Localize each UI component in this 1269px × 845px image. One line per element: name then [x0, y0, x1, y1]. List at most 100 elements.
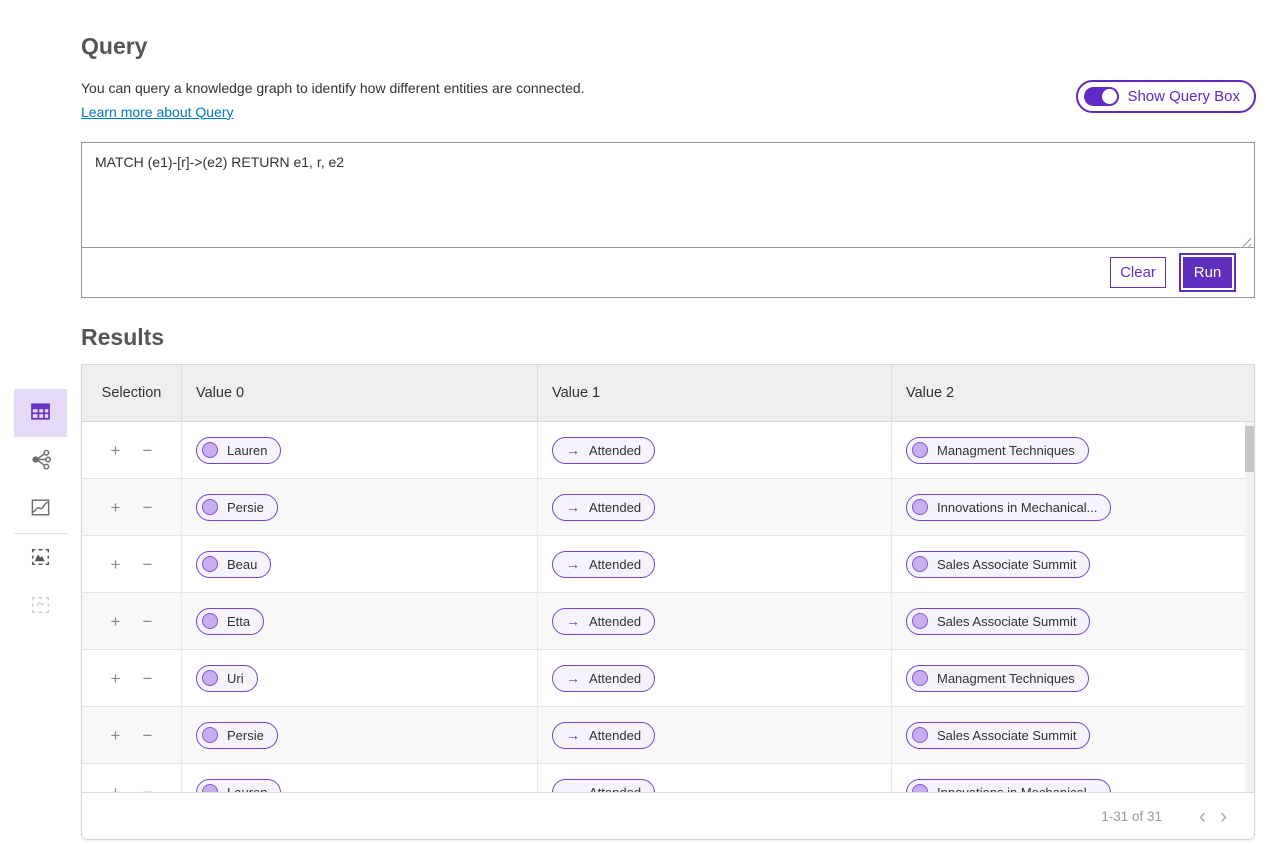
add-selection-icon — [28, 592, 53, 620]
relationship-label: Attended — [589, 671, 641, 686]
table-row: + − Beau → Attended — [82, 536, 1254, 593]
add-selection-button[interactable]: + — [107, 784, 125, 793]
value0-cell: Lauren — [182, 422, 538, 478]
next-page-button[interactable]: › — [1213, 806, 1234, 827]
entity-pill[interactable]: Sales Associate Summit — [906, 608, 1090, 635]
entity-icon — [912, 784, 928, 792]
results-table: Selection Value 0 Value 1 Value 2 + − La… — [82, 365, 1254, 792]
relationship-label: Attended — [589, 785, 641, 793]
learn-more-link[interactable]: Learn more about Query — [81, 104, 234, 120]
arrow-right-icon: → — [566, 671, 580, 685]
value0-cell: Lauren — [182, 764, 538, 792]
table-row: + − Lauren → Attended — [82, 422, 1254, 479]
table-scrollbar[interactable] — [1245, 422, 1254, 792]
entity-pill[interactable]: Persie — [196, 722, 278, 749]
table-row: + − Persie → Attended — [82, 479, 1254, 536]
value1-cell: → Attended — [538, 593, 892, 649]
add-selection-button[interactable]: + — [107, 670, 125, 687]
arrow-right-icon: → — [566, 614, 580, 628]
entity-pill[interactable]: Lauren — [196, 437, 281, 464]
toggle-knob — [1102, 89, 1117, 104]
add-selection-button[interactable]: + — [107, 499, 125, 516]
value1-cell: → Attended — [538, 650, 892, 706]
previous-page-button[interactable]: ‹ — [1192, 806, 1213, 827]
table-row: + − Uri → Attended — [82, 650, 1254, 707]
show-query-box-toggle[interactable]: Show Query Box — [1076, 80, 1256, 113]
entity-icon — [202, 670, 218, 686]
table-view-button[interactable] — [14, 389, 67, 437]
add-selection-button[interactable]: + — [107, 442, 125, 459]
value0-cell: Uri — [182, 650, 538, 706]
value0-cell: Etta — [182, 593, 538, 649]
entity-label: Sales Associate Summit — [937, 614, 1076, 629]
toggle-switch-icon — [1084, 87, 1119, 106]
value2-cell: Managment Techniques — [892, 422, 1254, 478]
run-button[interactable]: Run — [1183, 257, 1232, 288]
selection-cell: + − — [82, 707, 182, 763]
entity-pill[interactable]: Managment Techniques — [906, 437, 1089, 464]
relationship-pill[interactable]: → Attended — [552, 722, 655, 749]
entity-icon — [912, 613, 928, 629]
entity-pill[interactable]: Lauren — [196, 779, 281, 793]
query-input[interactable]: MATCH (e1)-[r]->(e2) RETURN e1, r, e2 — [82, 143, 1254, 248]
add-selection-button[interactable]: + — [107, 556, 125, 573]
remove-selection-button[interactable]: − — [139, 499, 157, 516]
entity-pill[interactable]: Sales Associate Summit — [906, 722, 1090, 749]
value0-cell: Persie — [182, 479, 538, 535]
entity-pill[interactable]: Innovations in Mechanical... — [906, 494, 1111, 521]
selection-cell: + − — [82, 650, 182, 706]
link-chart-view-button[interactable] — [14, 437, 67, 485]
add-selection-button[interactable]: + — [107, 727, 125, 744]
column-header-selection: Selection — [82, 365, 182, 421]
relationship-pill[interactable]: → Attended — [552, 551, 655, 578]
add-to-map-icon — [28, 544, 53, 572]
add-selection-button[interactable] — [14, 582, 67, 630]
column-header-value1: Value 1 — [538, 365, 892, 421]
entity-pill[interactable]: Sales Associate Summit — [906, 551, 1090, 578]
entity-label: Sales Associate Summit — [937, 728, 1076, 743]
remove-selection-button[interactable]: − — [139, 613, 157, 630]
map-view-button[interactable] — [14, 485, 67, 533]
entity-label: Etta — [227, 614, 250, 629]
remove-selection-button[interactable]: − — [139, 784, 157, 793]
remove-selection-button[interactable]: − — [139, 727, 157, 744]
entity-pill[interactable]: Persie — [196, 494, 278, 521]
entity-pill[interactable]: Managment Techniques — [906, 665, 1089, 692]
entity-pill[interactable]: Uri — [196, 665, 258, 692]
entity-label: Managment Techniques — [937, 443, 1075, 458]
scrollbar-thumb[interactable] — [1245, 426, 1254, 472]
column-header-value0: Value 0 — [182, 365, 538, 421]
entity-pill[interactable]: Beau — [196, 551, 271, 578]
entity-icon — [202, 727, 218, 743]
entity-label: Sales Associate Summit — [937, 557, 1076, 572]
relationship-label: Attended — [589, 557, 641, 572]
add-selection-button[interactable]: + — [107, 613, 125, 630]
table-header-row: Selection Value 0 Value 1 Value 2 — [82, 365, 1254, 422]
arrow-right-icon: → — [566, 557, 580, 571]
value0-cell: Persie — [182, 707, 538, 763]
entity-label: Innovations in Mechanical... — [937, 500, 1097, 515]
entity-icon — [912, 499, 928, 515]
main-content: Query You can query a knowledge graph to… — [81, 0, 1255, 840]
entity-pill[interactable]: Innovations in Mechanical... — [906, 779, 1111, 793]
arrow-right-icon: → — [566, 443, 580, 457]
entity-icon — [912, 727, 928, 743]
entity-icon — [912, 670, 928, 686]
relationship-pill[interactable]: → Attended — [552, 779, 655, 793]
entity-icon — [912, 442, 928, 458]
add-to-map-button[interactable] — [14, 534, 67, 582]
relationship-pill[interactable]: → Attended — [552, 665, 655, 692]
entity-label: Uri — [227, 671, 244, 686]
remove-selection-button[interactable]: − — [139, 442, 157, 459]
clear-button[interactable]: Clear — [1110, 257, 1166, 288]
remove-selection-button[interactable]: − — [139, 556, 157, 573]
relationship-pill[interactable]: → Attended — [552, 608, 655, 635]
query-box: MATCH (e1)-[r]->(e2) RETURN e1, r, e2 Cl… — [81, 142, 1255, 298]
value1-cell: → Attended — [538, 536, 892, 592]
remove-selection-button[interactable]: − — [139, 670, 157, 687]
table-view-icon — [28, 399, 53, 427]
entity-pill[interactable]: Etta — [196, 608, 264, 635]
column-header-value2: Value 2 — [892, 365, 1254, 421]
relationship-pill[interactable]: → Attended — [552, 437, 655, 464]
relationship-pill[interactable]: → Attended — [552, 494, 655, 521]
